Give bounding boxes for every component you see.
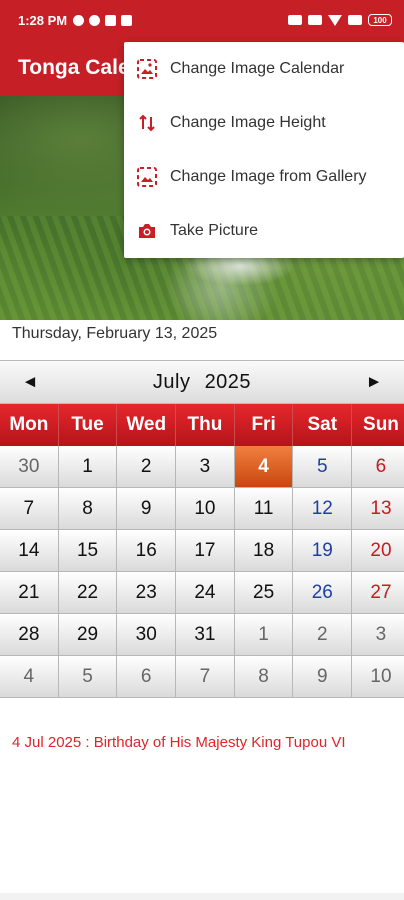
day-cell[interactable]: 7	[176, 656, 235, 698]
day-cell[interactable]: 5	[58, 656, 118, 698]
menu-item-change-image-height[interactable]: Change Image Height	[124, 96, 404, 150]
next-month-button[interactable]: ►	[344, 372, 404, 392]
day-cell[interactable]: 5	[293, 446, 353, 488]
swap-vertical-icon	[136, 112, 158, 134]
status-right-icons: 100	[288, 14, 392, 26]
calendar-nav: ◄ July 2025 ►	[0, 360, 404, 404]
day-cell[interactable]: 1	[58, 446, 118, 488]
day-cell[interactable]: 11	[234, 488, 294, 530]
day-cell[interactable]: 1	[234, 614, 294, 656]
day-cell[interactable]: 14	[0, 530, 59, 572]
day-cell[interactable]: 18	[234, 530, 294, 572]
day-cell[interactable]: 15	[58, 530, 118, 572]
day-cell[interactable]: 19	[293, 530, 353, 572]
menu-label: Change Image Height	[170, 114, 326, 131]
day-cell[interactable]: 6	[352, 446, 404, 488]
week-row: 4 5 6 7 8 9 10	[0, 656, 404, 698]
day-cell[interactable]: 23	[117, 572, 177, 614]
day-cell[interactable]: 30	[0, 446, 59, 488]
month-calendar: ◄ July 2025 ► Mon Tue Wed Thu Fri Sat Su…	[0, 360, 404, 698]
day-cell[interactable]: 21	[0, 572, 59, 614]
menu-item-change-image-calendar[interactable]: Change Image Calendar	[124, 42, 404, 96]
menu-label: Change Image from Gallery	[170, 168, 367, 185]
app-notification-icon	[105, 14, 117, 26]
day-cell[interactable]: 27	[352, 572, 404, 614]
day-cell[interactable]: 22	[58, 572, 118, 614]
day-cell[interactable]: 7	[0, 488, 59, 530]
weekday-sat: Sat	[293, 404, 353, 446]
day-cell[interactable]: 3	[176, 446, 235, 488]
signal-hd-icon	[308, 15, 322, 25]
day-cell[interactable]: 25	[234, 572, 294, 614]
day-cell[interactable]: 17	[176, 530, 235, 572]
day-cell[interactable]: 2	[293, 614, 353, 656]
week-row: 30 1 2 3 4 5 6	[0, 446, 404, 488]
battery-icon: 100	[368, 14, 392, 26]
day-cell[interactable]: 2	[117, 446, 177, 488]
day-cell[interactable]: 4	[0, 656, 59, 698]
day-cell[interactable]: 10	[176, 488, 235, 530]
day-cell[interactable]: 3	[352, 614, 404, 656]
day-cell[interactable]: 8	[234, 656, 294, 698]
wifi-icon	[328, 14, 342, 26]
menu-label: Take Picture	[170, 222, 259, 239]
menu-label: Change Image Calendar	[170, 60, 345, 77]
day-cell[interactable]: 28	[0, 614, 59, 656]
message-notification-icon	[89, 14, 101, 26]
overflow-menu: Change Image Calendar Change Image Heigh…	[124, 42, 404, 258]
day-cell[interactable]: 16	[117, 530, 177, 572]
menu-item-take-picture[interactable]: Take Picture	[124, 204, 404, 258]
gallery-image-icon	[136, 166, 158, 188]
day-cell[interactable]: 13	[352, 488, 404, 530]
day-cell-today[interactable]: 4	[234, 446, 294, 488]
month-name: July	[152, 370, 191, 393]
prev-month-button[interactable]: ◄	[0, 372, 60, 392]
tiktok-notification-icon	[121, 14, 133, 26]
day-cell[interactable]: 8	[58, 488, 118, 530]
status-bar: 1:28 PM 100	[0, 0, 404, 40]
week-row: 14 15 16 17 18 19 20	[0, 530, 404, 572]
day-cell[interactable]: 30	[117, 614, 177, 656]
weekday-header: Mon Tue Wed Thu Fri Sat Sun	[0, 404, 404, 446]
nfc-icon	[288, 15, 302, 25]
day-cell[interactable]: 9	[117, 488, 177, 530]
day-cell[interactable]: 12	[293, 488, 353, 530]
weekday-sun: Sun	[352, 404, 404, 446]
day-cell[interactable]: 6	[117, 656, 177, 698]
week-row: 21 22 23 24 25 26 27	[0, 572, 404, 614]
weekday-thu: Thu	[176, 404, 235, 446]
week-row: 7 8 9 10 11 12 13	[0, 488, 404, 530]
weekday-fri: Fri	[235, 404, 294, 446]
week-row: 28 29 30 31 1 2 3	[0, 614, 404, 656]
day-cell[interactable]: 29	[58, 614, 118, 656]
day-cell[interactable]: 9	[293, 656, 353, 698]
weekday-tue: Tue	[59, 404, 118, 446]
weekday-mon: Mon	[0, 404, 59, 446]
camera-icon	[136, 220, 158, 242]
month-title: July 2025	[60, 371, 344, 394]
today-date-text: Thursday, February 13, 2025	[12, 325, 218, 342]
month-year: 2025	[204, 370, 252, 393]
day-cell[interactable]: 24	[176, 572, 235, 614]
navigation-bar	[0, 893, 404, 900]
status-time: 1:28 PM	[18, 12, 68, 28]
day-cell[interactable]: 20	[352, 530, 404, 572]
menu-item-change-image-from-gallery[interactable]: Change Image from Gallery	[124, 150, 404, 204]
holiday-text: 4 Jul 2025 : Birthday of His Majesty Kin…	[12, 734, 346, 751]
chat-notification-icon	[73, 14, 85, 26]
image-calendar-icon	[136, 58, 158, 80]
day-cell[interactable]: 10	[352, 656, 404, 698]
day-cell[interactable]: 26	[293, 572, 353, 614]
weekday-wed: Wed	[117, 404, 177, 446]
cell-signal-icon	[348, 15, 362, 25]
day-cell[interactable]: 31	[176, 614, 235, 656]
